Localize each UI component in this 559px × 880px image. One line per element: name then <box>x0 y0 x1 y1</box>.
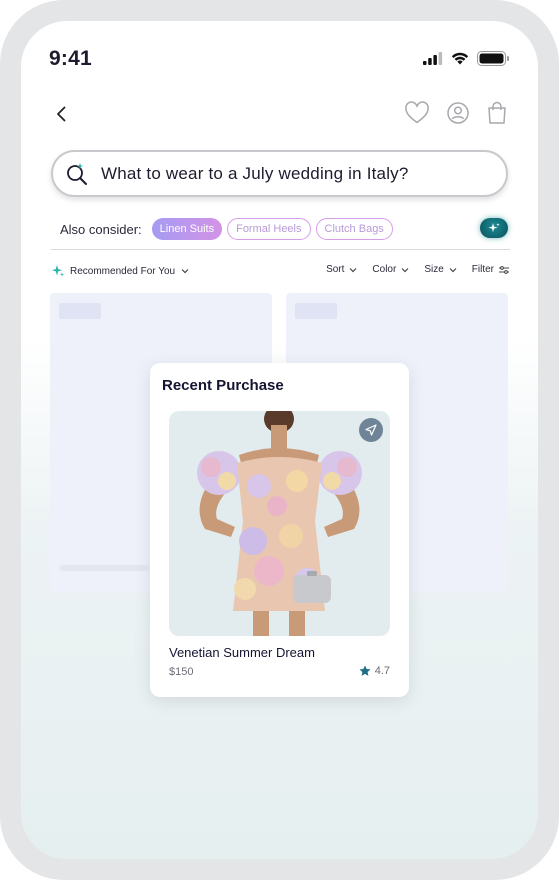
chip-clutch-bags[interactable]: Clutch Bags <box>315 218 393 240</box>
chevron-left-icon <box>57 106 66 122</box>
product-rating: 4.7 <box>359 665 390 677</box>
divider <box>51 249 510 250</box>
signal-icon <box>423 52 443 65</box>
size-dropdown[interactable]: Size <box>424 264 457 275</box>
sparkle-icon <box>488 223 500 233</box>
recent-purchase-card[interactable]: Recent Purchase Venetian Summer Dream $1… <box>150 363 409 697</box>
bag-icon <box>488 101 506 124</box>
filter-row: Recommended For You Sort Color Size Filt… <box>51 264 510 280</box>
product-image[interactable] <box>169 411 390 636</box>
star-icon <box>359 665 371 676</box>
sparkle-search-icon <box>67 162 87 185</box>
recommended-dropdown[interactable]: Recommended For You <box>51 264 190 278</box>
chevron-down-icon <box>401 267 409 272</box>
text-placeholder <box>59 565 149 571</box>
recent-purchase-title: Recent Purchase <box>162 377 284 394</box>
chevron-down-icon <box>449 267 457 272</box>
recommended-label: Recommended For You <box>70 265 176 277</box>
battery-icon <box>477 51 509 66</box>
chip-linen-suits[interactable]: Linen Suits <box>151 218 223 240</box>
sliders-icon <box>499 265 509 274</box>
color-label: Color <box>372 264 397 275</box>
user-icon <box>447 102 469 124</box>
status-time: 9:41 <box>49 47 92 70</box>
favorites-button[interactable] <box>404 101 430 125</box>
also-consider-label: Also consider: <box>60 221 142 237</box>
chip-formal-heels[interactable]: Formal Heels <box>227 218 311 240</box>
filter-button[interactable]: Filter <box>472 264 510 275</box>
product-price: $150 <box>169 666 194 678</box>
nav-actions <box>404 101 508 125</box>
phone-screen: 9:41 What to wear to a July wedding in I… <box>21 21 538 859</box>
search-input[interactable]: What to wear to a July wedding in Italy? <box>101 164 409 184</box>
rating-value: 4.7 <box>374 665 390 677</box>
account-button[interactable] <box>446 101 470 125</box>
share-button[interactable] <box>359 418 383 442</box>
badge-placeholder <box>295 303 337 319</box>
send-icon <box>365 424 377 436</box>
status-icons <box>423 51 510 66</box>
dress-illustration <box>197 411 362 636</box>
chevron-down-icon <box>349 267 357 272</box>
sort-label: Sort <box>326 264 345 275</box>
filter-options: Sort Color Size Filter <box>326 264 510 275</box>
color-dropdown[interactable]: Color <box>372 264 410 275</box>
size-label: Size <box>424 264 444 275</box>
filter-label: Filter <box>471 264 494 275</box>
back-button[interactable] <box>51 103 73 125</box>
bag-button[interactable] <box>486 101 508 125</box>
search-bar[interactable]: What to wear to a July wedding in Italy? <box>51 150 508 197</box>
chevron-down-icon <box>181 269 189 274</box>
badge-placeholder <box>59 303 101 319</box>
product-name: Venetian Summer Dream <box>169 645 315 660</box>
also-consider-row: Also consider: Linen Suits Formal Heels … <box>60 218 510 240</box>
sparkle-icon <box>52 265 64 277</box>
device-frame: 9:41 What to wear to a July wedding in I… <box>0 0 559 880</box>
wifi-icon <box>451 52 469 65</box>
heart-icon <box>405 101 429 124</box>
sort-dropdown[interactable]: Sort <box>326 264 358 275</box>
ai-assist-button[interactable] <box>480 218 508 238</box>
